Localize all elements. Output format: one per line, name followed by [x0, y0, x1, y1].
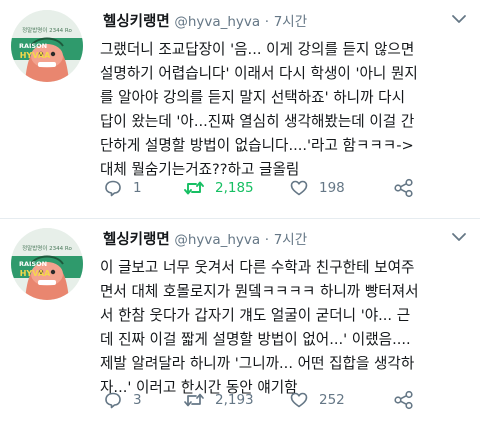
retweet-count: 2,185 [215, 180, 254, 196]
timestamp[interactable]: 7시간 [274, 14, 307, 30]
tweet-text-line: 단하게 설명할 방법이 없습니다....'라고 함ㅋㅋㅋ-> [100, 137, 414, 154]
retweet-icon [184, 393, 204, 407]
share-icon [394, 178, 413, 198]
tweet-header: 헬싱키랭면 @hyva_hyva · 7시간 [103, 228, 307, 250]
svg-text:정말밥명이 2344 Ro: 정말밥명이 2344 Ro [22, 26, 72, 34]
chevron-down-icon[interactable] [450, 12, 468, 26]
avatar-image: 정말밥명이 2344 Ro RAISON HYVAA [11, 228, 83, 300]
retweet-button[interactable]: 2,185 [183, 178, 254, 198]
tweet-text-line: 답이 왔는데 '아...진짜 열심히 생각해봤는데 이걸 간 [100, 113, 415, 130]
tweet-1[interactable]: 정말밥명이 2344 Ro RAISON HYVAA 헬싱키랭면 @hyva_h… [0, 0, 480, 218]
tweet-2[interactable]: 정말밥명이 2344 Ro RAISON HYVAA 헬싱키랭면 @hyva_h… [0, 218, 480, 434]
user-handle[interactable]: @hyva_hyva [174, 14, 260, 30]
retweet-button[interactable]: 2,193 [183, 390, 254, 410]
like-button[interactable]: 198 [289, 178, 345, 198]
display-name[interactable]: 헬싱키랭면 [103, 232, 170, 248]
avatar[interactable]: 정말밥명이 2344 Ro RAISON HYVAA [11, 228, 83, 300]
svg-text:RAISON: RAISON [19, 260, 47, 268]
share-button[interactable] [393, 390, 415, 410]
svg-text:RAISON: RAISON [19, 42, 47, 50]
tweet-text-line: 그랬더니 조교답장이 '음... 이게 강의를 듣지 않으면 [100, 41, 415, 58]
tweet-text-line: 설명하기 어렵습니다' 이래서 다시 학생이 '아니 뭔지 [100, 65, 418, 82]
svg-text:HYVAA: HYVAA [20, 51, 51, 60]
like-count: 252 [319, 392, 345, 408]
reply-count: 1 [133, 180, 142, 196]
share-button[interactable] [393, 178, 415, 198]
share-icon [394, 390, 413, 410]
tweet-text-line: 이 글보고 너무 웃겨서 다른 수학과 친구한테 보여주 [100, 259, 415, 276]
tweet-text-line: 면서 대체 호몰로지가 뭔뎈ㅋㅋㅋㅋ 하니까 빵터져서 [100, 283, 419, 300]
tweet-text-line: 데 진짜 이걸 짧게 설명할 방법이 없어...' 이랬음.... [100, 331, 411, 348]
reply-count: 3 [133, 392, 142, 408]
tweet-actions: 3 2,193 252 [103, 390, 463, 410]
timestamp[interactable]: 7시간 [274, 232, 307, 248]
svg-text:정말밥명이 2344 Ro: 정말밥명이 2344 Ro [22, 244, 72, 252]
tweet-actions: 1 2,185 198 [103, 178, 463, 198]
reply-button[interactable]: 1 [103, 178, 142, 198]
reply-button[interactable]: 3 [103, 390, 142, 410]
tweet-text: 이 글보고 너무 웃겨서 다른 수학과 친구한테 보여주 면서 대체 호몰로지가… [100, 256, 472, 400]
chevron-down-icon[interactable] [450, 230, 468, 244]
avatar[interactable]: 정말밥명이 2344 Ro RAISON HYVAA [11, 10, 83, 82]
separator-dot: · [264, 14, 270, 30]
separator-dot: · [264, 232, 270, 248]
retweet-count: 2,193 [215, 392, 254, 408]
like-count: 198 [319, 180, 345, 196]
user-handle[interactable]: @hyva_hyva [174, 232, 260, 248]
like-button[interactable]: 252 [289, 390, 345, 410]
tweet-text-line: 를 알아야 강의를 듣지 말지 선택하죠' 하니까 다시 [100, 89, 406, 106]
display-name[interactable]: 헬싱키랭면 [103, 14, 170, 30]
avatar-image: 정말밥명이 2344 Ro RAISON HYVAA [11, 10, 83, 82]
heart-icon [290, 392, 308, 408]
tweet-text-line: 서 한참 웃다가 갑자기 걔도 얼굴이 굳더니 '야... 근 [100, 307, 411, 324]
tweet-header: 헬싱키랭면 @hyva_hyva · 7시간 [103, 10, 307, 32]
reply-icon [105, 392, 121, 409]
tweet-text-line: 제발 알려달라 하니까 '그니까... 어떤 집합을 생각하 [100, 355, 415, 372]
reply-icon [105, 180, 121, 197]
svg-text:HYVAA: HYVAA [20, 269, 51, 278]
retweet-icon [184, 181, 204, 195]
heart-icon [290, 180, 308, 196]
tweet-text: 그랬더니 조교답장이 '음... 이게 강의를 듣지 않으면 설명하기 어렵습니… [100, 38, 472, 182]
